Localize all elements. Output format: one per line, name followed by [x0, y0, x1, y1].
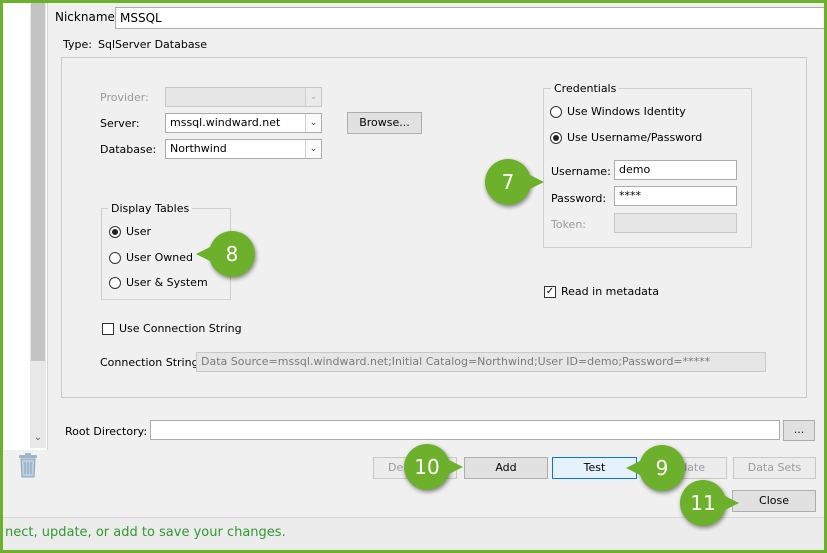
radio-user[interactable]: User — [109, 225, 151, 238]
callout-pointer-icon — [626, 460, 642, 476]
chevron-down-icon: ⌄ — [305, 114, 321, 132]
connection-string-label: Connection String: — [100, 356, 203, 369]
connection-dialog: ⌄ Nickname: MSSQL Type: SqlServer Databas… — [3, 3, 824, 550]
token-input[interactable] — [614, 213, 737, 233]
nickname-label: Nickname: — [55, 10, 119, 24]
callout-11-badge: 11 — [680, 480, 726, 526]
browse-button[interactable]: Browse... — [347, 112, 422, 134]
password-input[interactable]: **** — [614, 186, 737, 206]
checkmark-icon: ✓ — [544, 285, 556, 298]
username-label: Username: — [551, 165, 611, 178]
database-value: Northwind — [170, 142, 227, 155]
radio-indicator — [109, 225, 121, 238]
callout-8-badge: 8 — [209, 231, 255, 277]
radio-indicator — [109, 251, 121, 264]
chevron-down-icon[interactable]: ⌄ — [30, 430, 46, 446]
radio-indicator — [109, 276, 121, 289]
type-label: Type: — [63, 38, 92, 51]
nickname-input[interactable]: MSSQL — [115, 7, 824, 29]
callout-pointer-icon — [528, 174, 544, 190]
callout-8: 8 — [196, 231, 255, 277]
callout-9: 9 — [626, 445, 685, 491]
close-button[interactable]: Close — [732, 490, 816, 512]
password-label: Password: — [551, 192, 607, 205]
chevron-down-icon: ⌄ — [305, 88, 321, 106]
connection-string-input[interactable]: Data Source=mssql.windward.net;Initial C… — [196, 352, 766, 372]
provider-select[interactable]: ⌄ — [165, 87, 322, 107]
username-input[interactable]: demo — [614, 160, 737, 180]
trash-icon[interactable] — [17, 452, 39, 478]
server-label: Server: — [100, 117, 140, 130]
radio-indicator — [550, 131, 562, 144]
test-button[interactable]: Test — [552, 457, 637, 479]
callout-10-badge: 10 — [404, 444, 450, 490]
username-password-label: Use Username/Password — [567, 131, 703, 144]
callout-9-badge: 9 — [639, 445, 685, 491]
callout-pointer-icon — [447, 459, 463, 475]
callout-7-badge: 7 — [485, 159, 531, 205]
read-metadata-checkbox[interactable]: ✓ Read in metadata — [544, 285, 659, 298]
display-tables-legend: Display Tables — [108, 202, 193, 215]
radio-user-owned-label: User Owned — [126, 251, 193, 264]
radio-user-label: User — [126, 225, 152, 238]
server-select[interactable]: mssql.windward.net ⌄ — [165, 113, 322, 133]
callout-10: 10 — [404, 444, 463, 490]
checkbox-box — [102, 322, 114, 335]
provider-label: Provider: — [100, 91, 149, 104]
radio-user-system-label: User & System — [126, 276, 208, 289]
scrollbar-thumb[interactable] — [31, 3, 45, 361]
root-directory-label: Root Directory: — [65, 425, 148, 438]
use-connection-string-checkbox[interactable]: Use Connection String — [102, 322, 242, 335]
status-message: nect, update, or add to save your change… — [5, 525, 286, 540]
type-row: Type: SqlServer Database — [63, 38, 207, 51]
database-label: Database: — [100, 143, 157, 156]
windows-identity-label: Use Windows Identity — [567, 105, 686, 118]
credentials-legend: Credentials — [551, 82, 620, 95]
use-connection-string-label: Use Connection String — [119, 322, 242, 335]
radio-windows-identity[interactable]: Use Windows Identity — [550, 105, 686, 118]
connection-settings-group: Provider: ⌄ Server: mssql.windward.net ⌄… — [61, 57, 807, 398]
chevron-down-icon: ⌄ — [305, 140, 321, 158]
radio-user-system[interactable]: User & System — [109, 276, 208, 289]
root-directory-input[interactable] — [150, 420, 780, 440]
type-value: SqlServer Database — [97, 38, 208, 51]
data-sets-button[interactable]: Data Sets — [733, 457, 816, 479]
credentials-group: Credentials Use Windows Identity Use Use… — [543, 82, 752, 248]
token-label: Token: — [551, 218, 587, 231]
radio-username-password[interactable]: Use Username/Password — [550, 131, 702, 144]
callout-pointer-icon — [196, 246, 212, 262]
read-metadata-label: Read in metadata — [561, 285, 659, 298]
root-directory-browse-button[interactable]: ... — [783, 420, 815, 441]
add-button[interactable]: Add — [464, 457, 548, 479]
callout-11: 11 — [680, 480, 739, 526]
callout-pointer-icon — [723, 495, 739, 511]
callout-7: 7 — [485, 159, 544, 205]
database-select[interactable]: Northwind ⌄ — [165, 139, 322, 159]
radio-user-owned[interactable]: User Owned — [109, 251, 193, 264]
server-value: mssql.windward.net — [170, 116, 281, 129]
radio-indicator — [550, 105, 562, 118]
